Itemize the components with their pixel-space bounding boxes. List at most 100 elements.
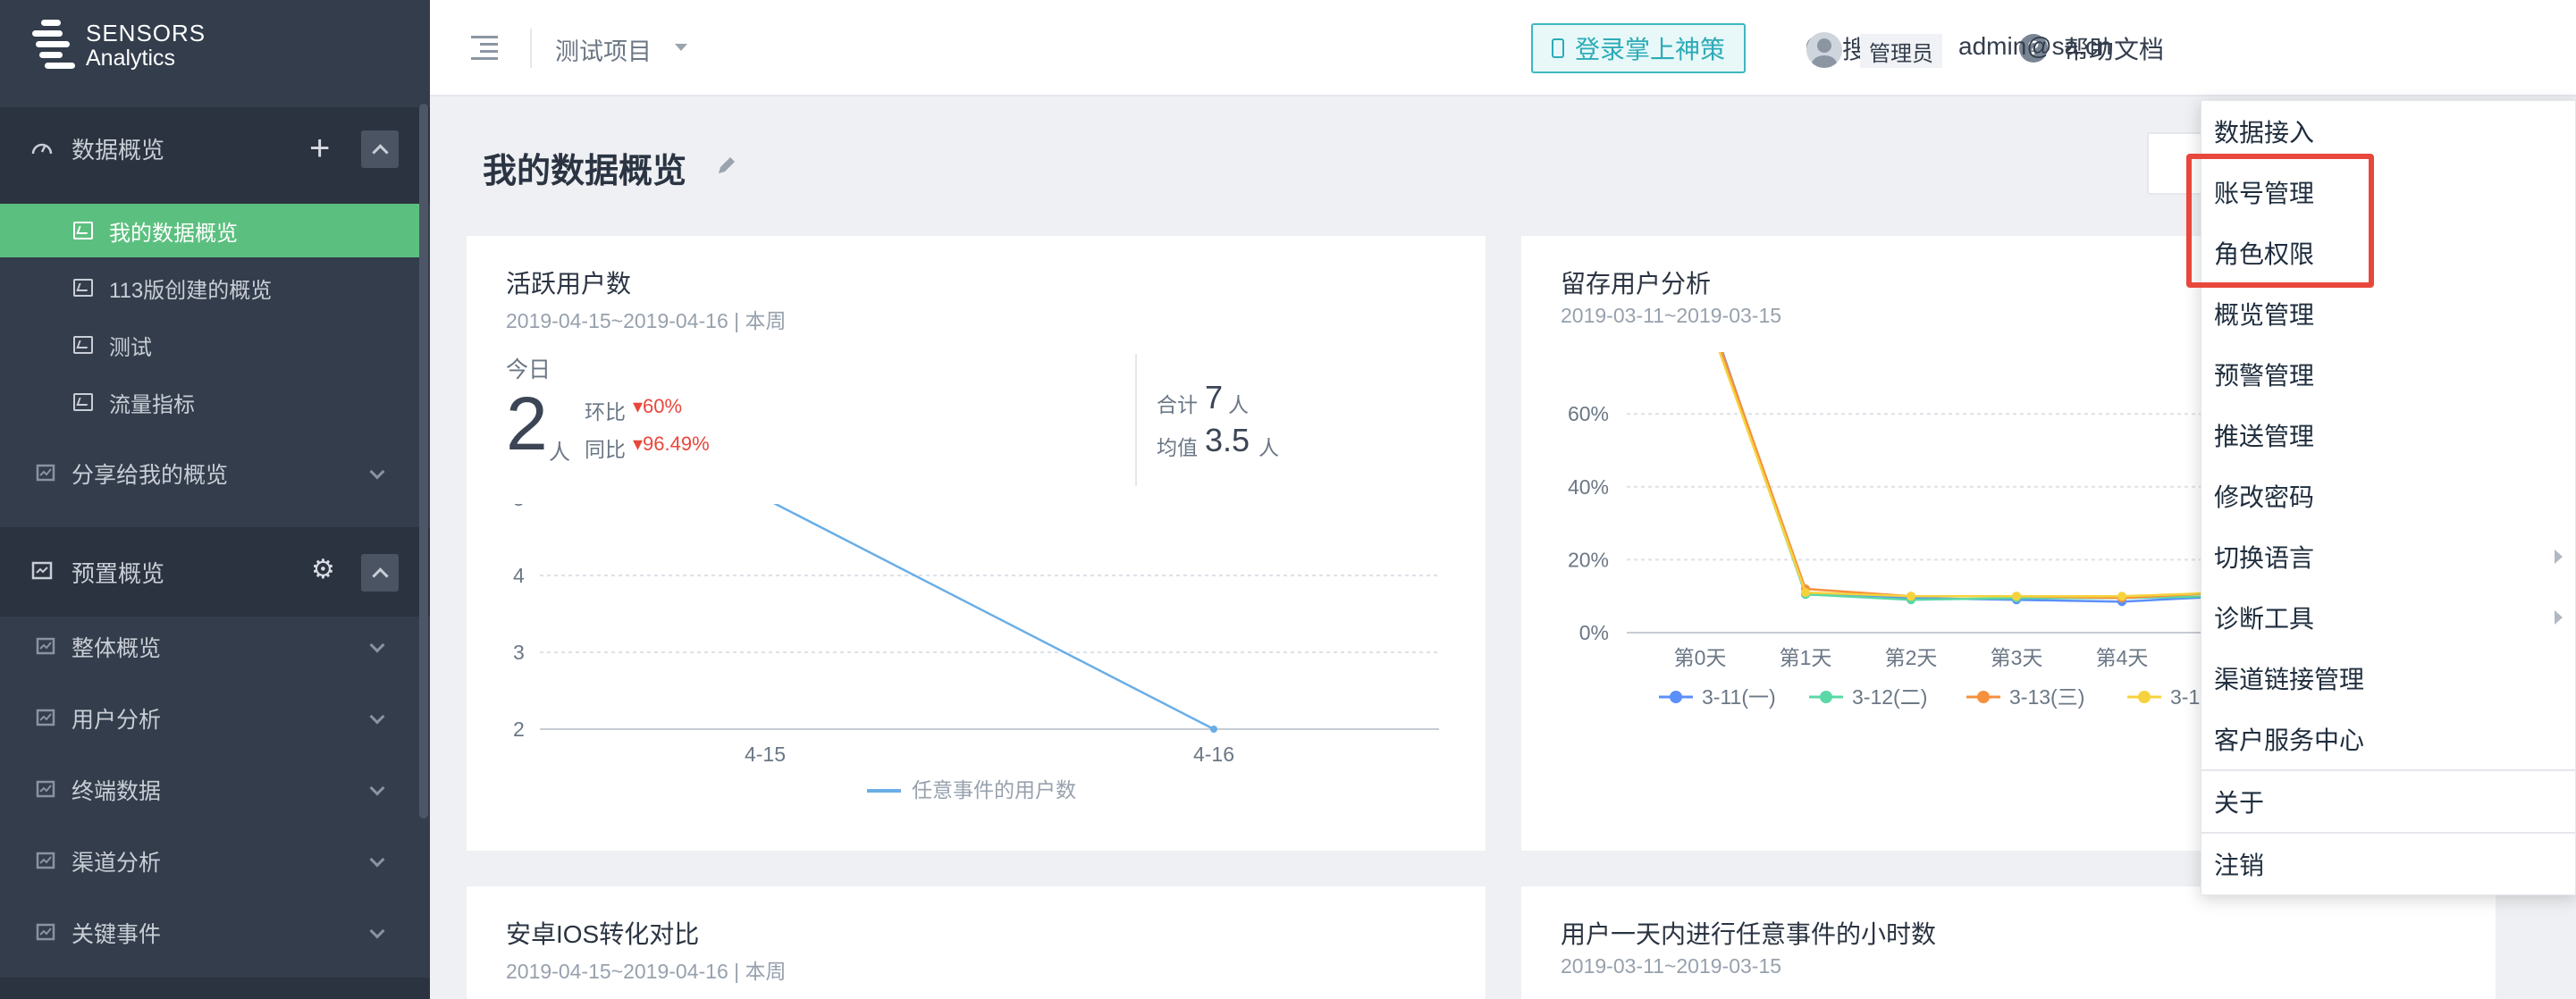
sidebar-item-channel[interactable]: 渠道分析 [0, 844, 430, 879]
legend-marker [1820, 691, 1832, 703]
menu-item-logout[interactable]: 注销 [2201, 834, 2576, 894]
sidebar-item-overall[interactable]: 整体概览 [0, 629, 430, 665]
collapse-icon[interactable] [361, 554, 399, 592]
sidebar-item-my-overview[interactable]: 我的数据概览 [0, 204, 420, 257]
card-active-users: 活跃用户数 2019-04-15~2019-04-16 | 本周 今日 2 人 … [467, 236, 1486, 851]
sidebar-group-label: 数据概览 [72, 136, 165, 164]
avg-label: 均值 [1157, 436, 1198, 459]
avatar[interactable] [1806, 32, 1842, 68]
avg-value: 3.5 [1205, 422, 1250, 458]
sidebar-item-label: 渠道分析 [72, 851, 162, 876]
header-divider [530, 29, 532, 68]
legend-label: 3-12(二) [1852, 685, 1927, 709]
x-tick-label: 第0天 [1674, 646, 1727, 669]
edit-icon[interactable] [715, 154, 738, 177]
sidebar-item-test[interactable]: 测试 [0, 318, 420, 372]
sidebar-item-label: 113版创建的概览 [109, 278, 273, 303]
card-title: 留存用户分析 [1561, 270, 1712, 298]
sidebar-item-terminal[interactable]: 终端数据 [0, 772, 430, 808]
sidebar-item-label: 我的数据概览 [109, 221, 238, 246]
legend-label: 3-11(一) [1702, 685, 1776, 709]
sidebar-group-preset[interactable]: 预置概览 ⚙ [0, 554, 430, 592]
menu-item-overview-mgmt[interactable]: 概览管理 [2201, 283, 2576, 344]
sidebar-item-label: 测试 [109, 335, 152, 360]
card-date: 2019-04-15~2019-04-16 | 本周 [506, 960, 787, 983]
preset-overview-icon [31, 561, 53, 580]
submenu-arrow-icon [2555, 550, 2563, 564]
x-tick-label: 第2天 [1885, 646, 1938, 669]
gear-icon[interactable]: ⚙ [311, 554, 335, 585]
x-tick-label: 第1天 [1780, 646, 1832, 669]
series-line [1721, 352, 2228, 603]
mom-label: 环比 [585, 400, 626, 424]
sidebar-scrollbar[interactable] [419, 104, 428, 819]
sidebar-item-traffic[interactable]: 流量指标 [0, 375, 420, 429]
sidebar-item-label: 终端数据 [72, 779, 162, 804]
chart-icon [73, 222, 93, 239]
project-selector[interactable]: 测试项目 [555, 32, 652, 67]
add-overview-icon[interactable]: + [309, 130, 330, 166]
sidebar-item-label: 整体概览 [72, 636, 162, 661]
menu-item-label: 概览管理 [2214, 301, 2315, 329]
today-value: 2 [506, 382, 548, 466]
mobile-icon [1551, 38, 1564, 58]
total-label: 合计 [1157, 393, 1198, 416]
menu-item-label: 数据接入 [2214, 119, 2315, 147]
card-title: 用户一天内进行任意事件的小时数 [1561, 920, 1937, 948]
caret-down-icon[interactable] [675, 44, 687, 51]
sidebar-item-user-analysis[interactable]: 用户分析 [0, 701, 430, 736]
series-line [1719, 352, 2228, 601]
data-point [2012, 592, 2021, 601]
legend-marker [2138, 691, 2151, 703]
y-tick-label: 20% [1568, 548, 1609, 571]
menu-item-label: 切换语言 [2214, 544, 2315, 572]
menu-item-label: 推送管理 [2214, 423, 2315, 450]
menu-toggle-icon[interactable] [471, 36, 498, 60]
chevron-down-icon [369, 852, 385, 868]
chevron-down-icon [369, 637, 385, 653]
data-point [2117, 592, 2126, 601]
sidebar-item-113-overview[interactable]: 113版创建的概览 [0, 261, 420, 315]
user-email[interactable]: admin@sa.cn [1958, 32, 2112, 61]
menu-item-data-access[interactable]: 数据接入 [2201, 101, 2576, 162]
y-tick-label: 40% [1568, 475, 1609, 499]
sidebar-group-label: 预置概览 [72, 559, 165, 587]
menu-item-alerts[interactable]: 预警管理 [2201, 344, 2576, 405]
menu-item-label: 预警管理 [2214, 362, 2315, 390]
top-header: 测试项目 登录掌上神策 搜索用户 ? 帮助文档 管理员 admin@sa.cn [430, 0, 2576, 97]
brand-line2: Analytics [86, 46, 176, 71]
y-tick-label: 4 [513, 564, 525, 587]
chart-icon [73, 336, 93, 354]
sidebar-item-key-events[interactable]: 关键事件 [0, 915, 430, 951]
menu-item-channel-links[interactable]: 渠道链接管理 [2201, 648, 2576, 709]
yoy-value: ▾96.49% [633, 432, 710, 455]
series-line [772, 504, 1215, 731]
menu-item-push[interactable]: 推送管理 [2201, 405, 2576, 466]
brand-logo[interactable]: SENSORS Analytics [32, 18, 206, 73]
collapse-icon[interactable] [361, 130, 399, 168]
chart-icon [73, 393, 93, 411]
sidebar-group-overview[interactable]: 数据概览 + [0, 130, 430, 168]
menu-item-password[interactable]: 修改密码 [2201, 466, 2576, 526]
y-tick-label: 2 [513, 718, 525, 741]
sensors-logo-icon [32, 18, 79, 73]
mobile-login-button[interactable]: 登录掌上神策 [1531, 23, 1746, 73]
chevron-down-icon [369, 780, 385, 796]
today-label: 今日 [506, 357, 551, 382]
menu-item-about[interactable]: 关于 [2201, 771, 2576, 832]
role-badge: 管理员 [1860, 34, 1942, 68]
sidebar-item-label: 流量指标 [109, 392, 195, 417]
sidebar-item-label: 关键事件 [72, 922, 162, 947]
sidebar-group-shared[interactable]: 分享给我的概览 [0, 456, 430, 491]
legend-marker [1977, 691, 1990, 703]
menu-item-support[interactable]: 客户服务中心 [2201, 709, 2576, 769]
menu-item-language[interactable]: 切换语言 [2201, 526, 2576, 587]
avg-unit: 人 [1259, 436, 1279, 459]
card-title: 活跃用户数 [506, 270, 632, 298]
page-title: 我的数据概览 [483, 153, 687, 190]
x-tick-label: 第4天 [2096, 646, 2149, 669]
menu-item-diagnostics[interactable]: 诊断工具 [2201, 587, 2576, 648]
mom-value: ▾60% [633, 395, 683, 417]
stats-divider [1135, 354, 1137, 486]
x-tick-label: 第3天 [1991, 646, 2043, 669]
